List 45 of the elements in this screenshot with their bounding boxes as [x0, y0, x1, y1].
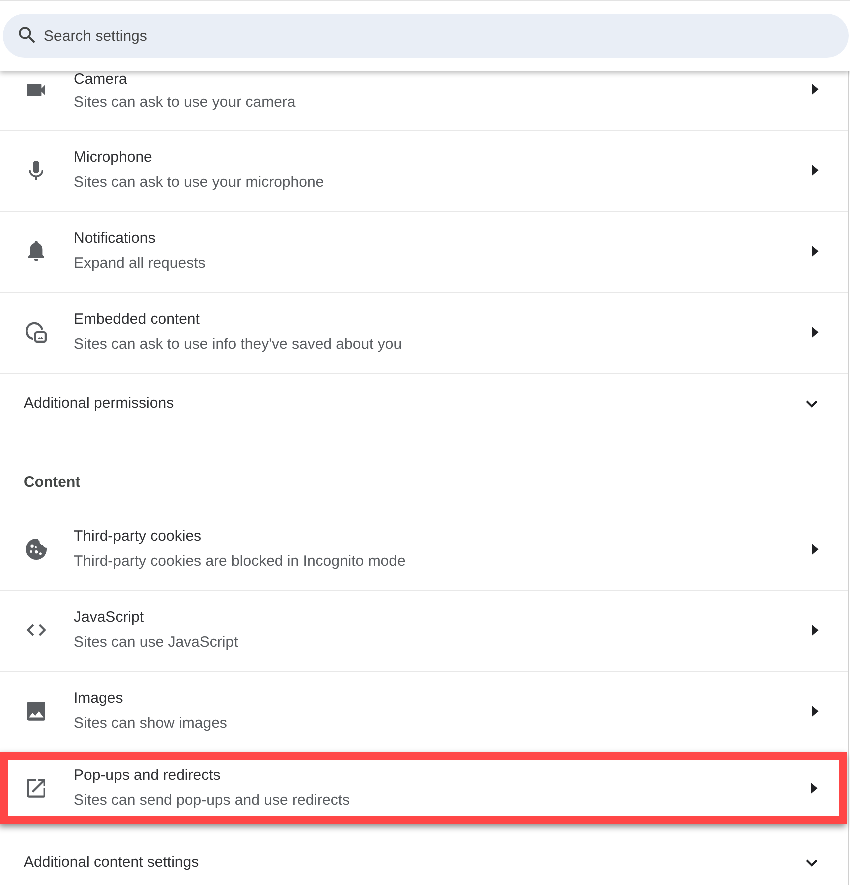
setting-description: Sites can ask to use info they've saved about you [74, 335, 404, 355]
video-camera-icon [26, 84, 46, 96]
setting-title: Embedded content [74, 310, 201, 330]
open-in-new-icon [26, 779, 46, 798]
setting-row[interactable]: Images Sites can show images [0, 671, 848, 752]
caret-icon [812, 165, 819, 176]
setting-description: Sites can show images [74, 714, 228, 734]
cookie-icon [26, 539, 46, 560]
setting-title: Microphone [74, 148, 154, 168]
setting-description: Expand all requests [74, 254, 207, 274]
setting-description: Sites can use JavaScript [74, 633, 240, 653]
setting-description: Sites can ask to use your camera [74, 93, 297, 113]
image-icon [26, 702, 46, 721]
caret-icon [812, 246, 819, 257]
caret-icon [812, 327, 819, 338]
caret-icon [812, 84, 819, 95]
setting-row[interactable]: Pop-ups and redirects Sites can send pop-ups and use redirects [0, 752, 847, 824]
setting-description: Sites can send pop-ups and use redirects [74, 791, 351, 811]
setting-title: Camera [74, 71, 128, 88]
setting-row[interactable]: Embedded content Sites can ask to use info they've saved about you [0, 292, 848, 373]
setting-title: Notifications [74, 229, 157, 249]
setting-row[interactable]: Microphone Sites can ask to use your microphone [0, 130, 848, 211]
caret-icon [812, 625, 819, 636]
setting-row[interactable]: Camera Sites can ask to use your camera [0, 71, 848, 130]
section-heading: Content [23, 473, 82, 493]
caret-icon [812, 706, 819, 717]
setting-row[interactable]: Third-party cookies Third-party cookies are blocked in Incognito mode [0, 509, 848, 590]
setting-row[interactable]: JavaScript Sites can use JavaScript [0, 590, 848, 671]
expand-section-button[interactable]: Additional content settings [0, 833, 848, 885]
setting-row[interactable]: Notifications Expand all requests [0, 211, 848, 292]
setting-title: JavaScript [74, 608, 146, 628]
setting-description: Third-party cookies are blocked in Incognito mode [74, 552, 407, 572]
bell-icon [28, 241, 44, 262]
microphone-icon [28, 160, 44, 180]
setting-title: Images [74, 689, 124, 709]
code-brackets-icon [26, 624, 46, 637]
caret-icon [812, 544, 819, 555]
setting-title: Third-party cookies [74, 527, 203, 547]
search-field[interactable]: Search settings [3, 14, 849, 58]
setting-title: Pop-ups and redirects [74, 766, 222, 786]
setting-description: Sites can ask to use your microphone [74, 173, 326, 193]
search-icon [19, 27, 36, 44]
caret-icon [811, 783, 818, 794]
expand-section-button[interactable]: Additional permissions [0, 373, 848, 426]
embedded-frame-icon [26, 322, 46, 343]
